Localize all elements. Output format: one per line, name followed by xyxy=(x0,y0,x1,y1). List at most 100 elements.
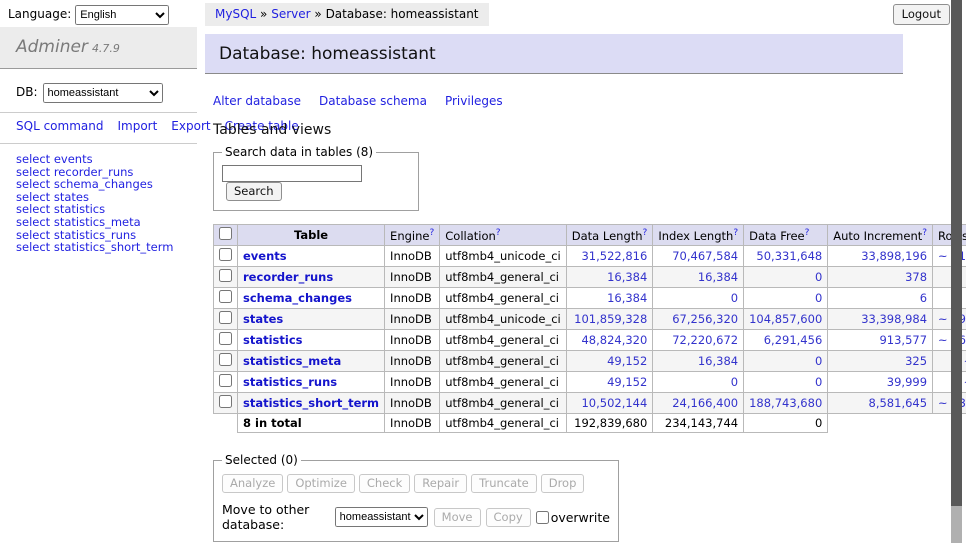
index-length-cell: 0 xyxy=(653,372,744,393)
help-link[interactable]: ? xyxy=(643,228,648,238)
data-free-link[interactable]: 6,291,456 xyxy=(764,333,823,347)
index-length-cell: 67,256,320 xyxy=(653,309,744,330)
auto-increment-link[interactable]: 33,398,984 xyxy=(861,312,927,326)
data-free-link[interactable]: 0 xyxy=(815,354,822,368)
data-length-link[interactable]: 101,859,328 xyxy=(574,312,647,326)
auto-increment-link[interactable]: 6 xyxy=(920,291,927,305)
data-free-link[interactable]: 0 xyxy=(815,375,822,389)
index-length-link[interactable]: 0 xyxy=(731,291,738,305)
sidebar-action-link[interactable]: Import xyxy=(117,119,157,133)
index-length-link[interactable]: 67,256,320 xyxy=(672,312,738,326)
data-length-link[interactable]: 48,824,320 xyxy=(581,333,647,347)
index-length-link[interactable]: 70,467,584 xyxy=(672,249,738,263)
auto-increment-link[interactable]: 325 xyxy=(905,354,927,368)
collation-cell: utf8mb4_general_ci xyxy=(440,393,567,414)
index-length-link[interactable]: 16,384 xyxy=(698,354,738,368)
help-link[interactable]: ? xyxy=(922,228,927,238)
data-free-link[interactable]: 104,857,600 xyxy=(749,312,822,326)
auto-increment-link[interactable]: 39,999 xyxy=(887,375,927,389)
data-length-cell: 49,152 xyxy=(566,351,653,372)
table-name-link[interactable]: statistics_meta xyxy=(243,354,341,368)
copy-button[interactable]: Copy xyxy=(486,508,531,527)
table-name-cell: statistics_short_term xyxy=(238,393,385,414)
auto-increment-link[interactable]: 913,577 xyxy=(879,333,927,347)
index-length-link[interactable]: 16,384 xyxy=(698,270,738,284)
data-length-link[interactable]: 31,522,816 xyxy=(581,249,647,263)
row-checkbox[interactable] xyxy=(219,311,232,324)
table-name-link[interactable]: statistics xyxy=(243,333,303,347)
table-name-cell: states xyxy=(238,309,385,330)
move-button[interactable]: Move xyxy=(434,508,481,527)
table-header-row: Table Engine? Collation? Data Length? In… xyxy=(214,225,966,246)
data-length-link[interactable]: 10,502,144 xyxy=(581,396,647,410)
index-length-link[interactable]: 0 xyxy=(731,375,738,389)
data-free-link[interactable]: 0 xyxy=(815,291,822,305)
table-row: statistics_meta InnoDB utf8mb4_general_c… xyxy=(214,351,966,372)
table-name-link[interactable]: statistics_short_term xyxy=(243,396,379,410)
data-free-cell: 0 xyxy=(744,288,828,309)
collation-cell: utf8mb4_general_ci xyxy=(440,288,567,309)
data-length-link[interactable]: 49,152 xyxy=(607,354,647,368)
app-title: Adminer4.7.9 xyxy=(0,27,197,69)
selected-action-button[interactable]: Drop xyxy=(541,474,585,493)
selected-action-button[interactable]: Analyze xyxy=(222,474,283,493)
overwrite-label: overwrite xyxy=(551,510,610,525)
table-name-link[interactable]: statistics_runs xyxy=(243,375,337,389)
row-checkbox[interactable] xyxy=(219,332,232,345)
row-checkbox[interactable] xyxy=(219,290,232,303)
select-all-checkbox[interactable] xyxy=(219,227,232,240)
breadcrumb-current: Database: homeassistant xyxy=(326,7,479,21)
scrollbar-thumb[interactable] xyxy=(951,0,962,506)
data-free-link[interactable]: 188,743,680 xyxy=(749,396,822,410)
auto-increment-link[interactable]: 378 xyxy=(905,270,927,284)
index-length-link[interactable]: 24,166,400 xyxy=(672,396,738,410)
move-database-select[interactable]: homeassistant xyxy=(335,507,428,527)
row-checkbox[interactable] xyxy=(219,248,232,261)
data-length-link[interactable]: 16,384 xyxy=(607,291,647,305)
help-link[interactable]: ? xyxy=(733,228,738,238)
table-name-link[interactable]: events xyxy=(243,249,287,263)
row-checkbox[interactable] xyxy=(219,374,232,387)
auto-increment-link[interactable]: 8,581,645 xyxy=(869,396,928,410)
selected-fieldset: Selected (0) AnalyzeOptimizeCheckRepairT… xyxy=(213,453,619,542)
col-header-index-length: Index Length? xyxy=(653,225,744,246)
table-name-link[interactable]: states xyxy=(243,312,283,326)
help-link[interactable]: ? xyxy=(429,228,434,238)
data-length-link[interactable]: 49,152 xyxy=(607,375,647,389)
selected-action-button[interactable]: Repair xyxy=(414,474,467,493)
auto-increment-cell: 378 xyxy=(828,267,933,288)
breadcrumb-link[interactable]: MySQL xyxy=(215,7,256,21)
data-free-link[interactable]: 0 xyxy=(815,270,822,284)
selected-action-button[interactable]: Truncate xyxy=(471,474,537,493)
data-free-link[interactable]: 50,331,648 xyxy=(756,249,822,263)
row-checkbox[interactable] xyxy=(219,395,232,408)
data-length-link[interactable]: 16,384 xyxy=(607,270,647,284)
index-length-link[interactable]: 72,220,672 xyxy=(672,333,738,347)
selected-action-button[interactable]: Check xyxy=(359,474,410,493)
sidebar-action-link[interactable]: SQL command xyxy=(16,119,103,133)
language-select[interactable]: English xyxy=(75,5,169,25)
table-name-link[interactable]: schema_changes xyxy=(243,291,352,305)
db-select[interactable]: homeassistant xyxy=(43,83,163,103)
engine-cell: InnoDB xyxy=(385,393,440,414)
database-action-link[interactable]: Privileges xyxy=(445,94,503,108)
table-name-link[interactable]: recorder_runs xyxy=(243,270,333,284)
help-link[interactable]: ? xyxy=(496,228,501,238)
vertical-scrollbar[interactable] xyxy=(951,0,962,543)
select-table-link[interactable]: select statistics_short_term xyxy=(16,240,173,254)
collation-cell: utf8mb4_general_ci xyxy=(440,330,567,351)
auto-increment-link[interactable]: 33,898,196 xyxy=(861,249,927,263)
row-checkbox-cell xyxy=(214,309,238,330)
database-action-link[interactable]: Alter database xyxy=(213,94,301,108)
search-input[interactable] xyxy=(222,165,362,182)
sidebar-table-list: select eventsselect recorder_runsselect … xyxy=(0,144,197,263)
database-action-link[interactable]: Database schema xyxy=(319,94,427,108)
help-link[interactable]: ? xyxy=(805,228,810,238)
overwrite-checkbox[interactable] xyxy=(536,511,549,524)
row-checkbox[interactable] xyxy=(219,269,232,282)
row-checkbox[interactable] xyxy=(219,353,232,366)
search-button[interactable]: Search xyxy=(226,182,282,201)
selected-action-button[interactable]: Optimize xyxy=(287,474,355,493)
breadcrumb-link[interactable]: Server xyxy=(271,7,310,21)
row-checkbox-cell xyxy=(214,393,238,414)
